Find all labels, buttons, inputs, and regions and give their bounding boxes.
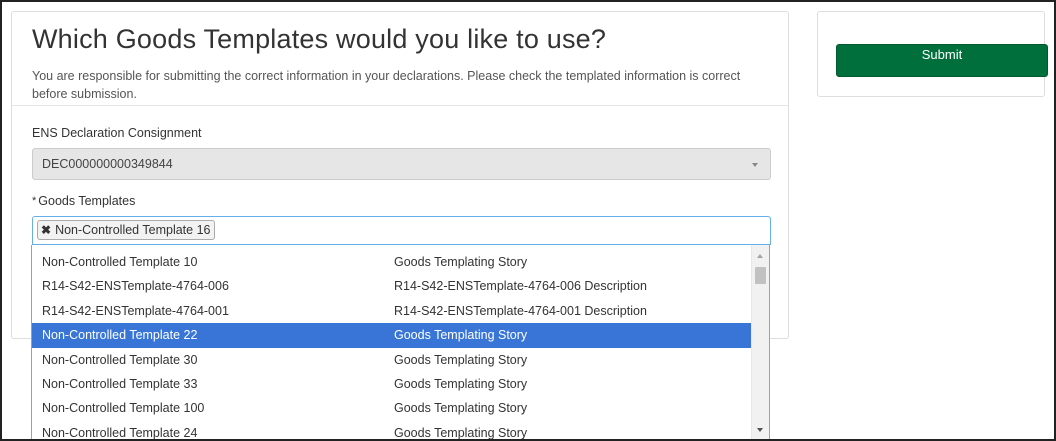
option-name: Non-Controlled Template 33 bbox=[42, 376, 198, 391]
scrollbar-thumb[interactable] bbox=[755, 267, 766, 284]
option-description: Goods Templating Story bbox=[394, 376, 528, 391]
option-description: Goods Templating Story bbox=[394, 425, 528, 440]
option-name: R14-S42-ENSTemplate-4764-001 bbox=[42, 303, 229, 318]
page-title: Which Goods Templates would you like to … bbox=[32, 24, 607, 54]
dropdown-option[interactable]: Non-Controlled Template 33 Goods Templat… bbox=[32, 372, 752, 396]
ens-consignment-select[interactable]: DEC000000000349844 bbox=[32, 148, 771, 180]
option-name: Non-Controlled Template 30 bbox=[42, 352, 198, 367]
option-description: Goods Templating Story bbox=[394, 401, 528, 416]
option-description: R14-S42-ENSTemplate-4764-001 Description bbox=[394, 303, 647, 318]
option-name: Non-Controlled Template 24 bbox=[42, 425, 198, 440]
goods-templates-label-text: Goods Templates bbox=[38, 194, 136, 208]
dropdown-option-highlighted[interactable]: Non-Controlled Template 22 Goods Templat… bbox=[32, 323, 752, 348]
page-subtitle: You are responsible for submitting the c… bbox=[32, 69, 741, 101]
submit-button-label: Submit bbox=[921, 47, 963, 62]
option-description: Goods Templating Story bbox=[394, 352, 528, 367]
dropdown-option[interactable]: Non-Controlled Template 100 Goods Templa… bbox=[32, 396, 752, 420]
selected-tag: ✖ Non-Controlled Template 16 bbox=[37, 220, 216, 240]
dropdown-option[interactable]: Non-Controlled Template 10 Goods Templat… bbox=[32, 250, 752, 274]
option-description: Goods Templating Story bbox=[394, 255, 528, 269]
required-marker: * bbox=[32, 195, 37, 207]
card-header: Which Goods Templates would you like to … bbox=[12, 12, 788, 106]
dropdown-option[interactable]: Non-Controlled Template 24 Goods Templat… bbox=[32, 421, 752, 440]
selected-tag-label: Non-Controlled Template 16 bbox=[55, 223, 211, 237]
dropdown-option[interactable]: R14-S42-ENSTemplate-4764-001 R14-S42-ENS… bbox=[32, 299, 752, 323]
dropdown-scrollbar[interactable] bbox=[751, 245, 769, 440]
dropdown-option[interactable]: Non-Controlled Template 30 Goods Templat… bbox=[32, 348, 752, 372]
scroll-up-arrow-icon[interactable] bbox=[752, 249, 769, 263]
submit-button[interactable]: Submit bbox=[836, 44, 1048, 77]
option-description: Goods Templating Story bbox=[394, 328, 528, 343]
ens-consignment-label: ENS Declaration Consignment bbox=[32, 126, 202, 140]
option-description: R14-S42-ENSTemplate-4764-006 Description bbox=[394, 279, 647, 294]
option-name: Non-Controlled Template 100 bbox=[42, 401, 205, 416]
close-icon[interactable]: ✖ bbox=[41, 223, 51, 237]
option-name: Non-Controlled Template 22 bbox=[42, 328, 198, 343]
option-name: Non-Controlled Template 10 bbox=[42, 255, 198, 269]
goods-templates-label: * Goods Templates bbox=[32, 194, 135, 208]
dropdown-option[interactable]: R14-S42-ENSTemplate-4764-006 R14-S42-ENS… bbox=[32, 274, 752, 298]
submit-panel: Submit bbox=[817, 11, 1048, 97]
ens-consignment-value: DEC000000000349844 bbox=[42, 157, 173, 171]
option-name: R14-S42-ENSTemplate-4764-006 bbox=[42, 279, 229, 294]
chevron-down-icon bbox=[752, 163, 758, 167]
goods-templates-dropdown: Non-Controlled Template 10 Goods Templat… bbox=[31, 245, 770, 441]
goods-templates-multiselect[interactable]: ✖ Non-Controlled Template 16 bbox=[32, 216, 771, 245]
dropdown-options-list: Non-Controlled Template 10 Goods Templat… bbox=[32, 245, 752, 440]
scroll-down-arrow-icon[interactable] bbox=[752, 423, 769, 437]
